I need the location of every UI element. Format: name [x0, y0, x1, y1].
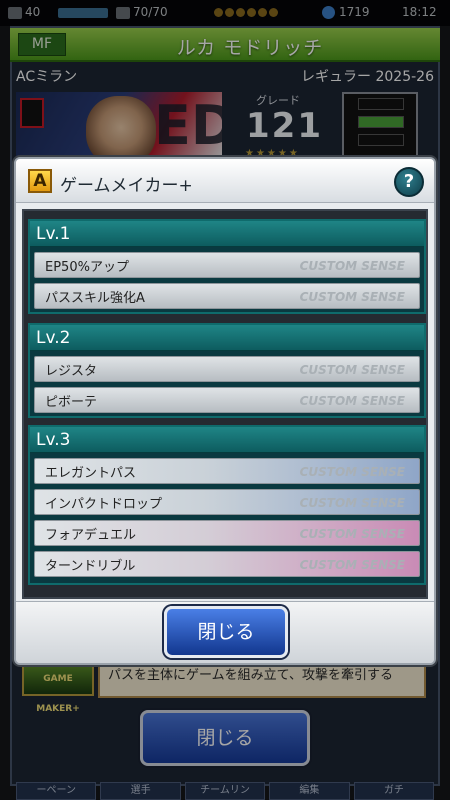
skill-row[interactable]: パススキル強化A CUSTOM SENSE: [34, 283, 420, 309]
help-button[interactable]: ?: [394, 167, 424, 197]
skill-detail-dialog: A ゲームメイカー+ ? Lv.1 EP50%アップ CUSTOM SENSE …: [14, 157, 436, 665]
level-block-2: Lv.2 レジスタ CUSTOM SENSE ピボーテ CUSTOM SENSE: [28, 323, 426, 418]
level-header: Lv.1: [30, 221, 424, 247]
skill-name: EP50%アップ: [45, 260, 129, 275]
skill-name: インパクトドロップ: [45, 497, 163, 512]
skill-name: エレガントパス: [45, 466, 137, 481]
skill-tag: CUSTOM SENSE: [299, 527, 405, 541]
skill-tag: CUSTOM SENSE: [299, 496, 405, 510]
skill-tag: CUSTOM SENSE: [299, 363, 405, 377]
skill-row[interactable]: ピボーテ CUSTOM SENSE: [34, 387, 420, 413]
skill-name: ピボーテ: [45, 395, 98, 410]
skill-row[interactable]: ターンドリブル CUSTOM SENSE: [34, 551, 420, 577]
level-block-1: Lv.1 EP50%アップ CUSTOM SENSE パススキル強化A CUST…: [28, 219, 426, 314]
skill-tag: CUSTOM SENSE: [299, 465, 405, 479]
skill-row[interactable]: フォアデュエル CUSTOM SENSE: [34, 520, 420, 546]
skill-name: レジスタ: [45, 364, 98, 379]
dialog-header: A ゲームメイカー+ ?: [16, 159, 434, 203]
rank-badge: A: [28, 169, 52, 193]
skill-level-list: Lv.1 EP50%アップ CUSTOM SENSE パススキル強化A CUST…: [22, 209, 428, 599]
level-block-3: Lv.3 エレガントパス CUSTOM SENSE インパクトドロップ CUST…: [28, 425, 426, 585]
skill-tag: CUSTOM SENSE: [299, 259, 405, 273]
skill-name: フォアデュエル: [45, 528, 137, 543]
close-button[interactable]: 閉じる: [164, 606, 288, 658]
level-header: Lv.2: [30, 325, 424, 351]
skill-row[interactable]: インパクトドロップ CUSTOM SENSE: [34, 489, 420, 515]
skill-tag: CUSTOM SENSE: [299, 394, 405, 408]
skill-tag: CUSTOM SENSE: [299, 290, 405, 304]
skill-row[interactable]: EP50%アップ CUSTOM SENSE: [34, 252, 420, 278]
skill-row[interactable]: エレガントパス CUSTOM SENSE: [34, 458, 420, 484]
skill-name: パススキル強化A: [45, 291, 145, 306]
level-header: Lv.3: [30, 427, 424, 453]
skill-row[interactable]: レジスタ CUSTOM SENSE: [34, 356, 420, 382]
dialog-footer: 閉じる: [16, 601, 434, 663]
skill-name: ターンドリブル: [45, 559, 136, 574]
dialog-title: ゲームメイカー+: [60, 176, 193, 196]
skill-tag: CUSTOM SENSE: [299, 558, 405, 572]
